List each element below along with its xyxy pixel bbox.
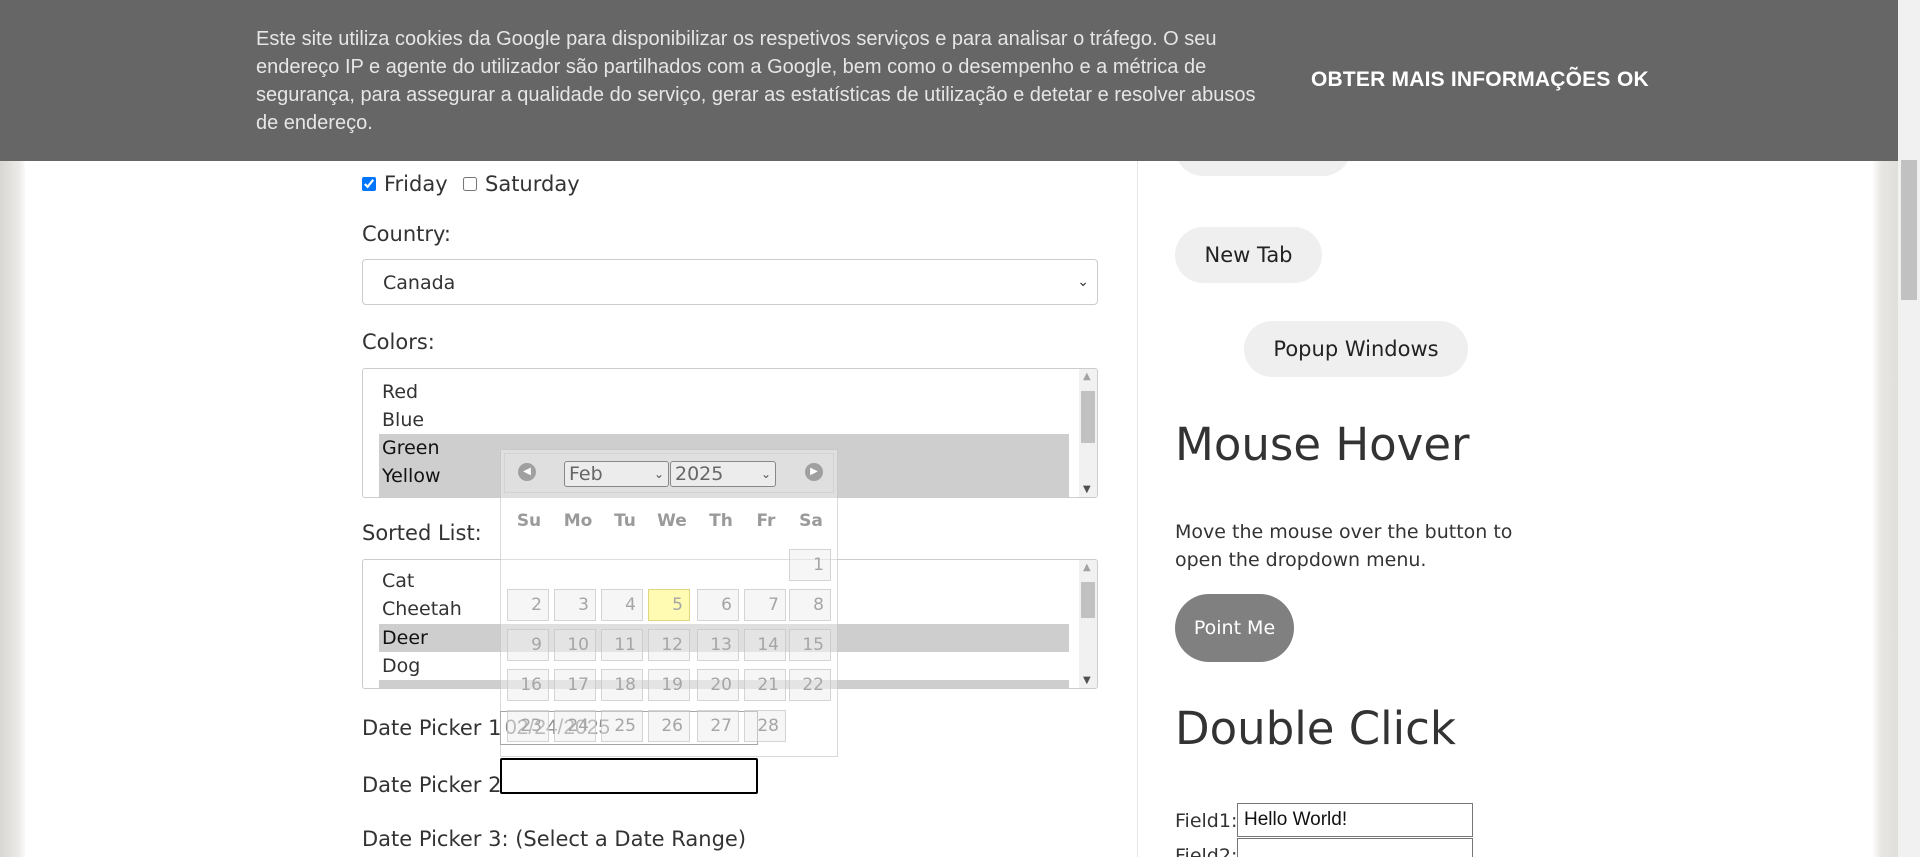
chevron-left-icon[interactable]: ◀ [518, 463, 536, 481]
calendar-year-select[interactable]: 2025 ⌄ [670, 461, 776, 487]
scroll-thumb[interactable] [1081, 391, 1095, 443]
scroll-thumb[interactable] [1081, 582, 1095, 618]
country-select[interactable]: Canada ⌄ [362, 259, 1098, 305]
friday-label: Friday [384, 172, 448, 196]
calendar-day[interactable]: 3 [554, 589, 596, 621]
weekday-header: Su [516, 511, 542, 531]
scroll-up-icon[interactable]: ▲ [1083, 371, 1091, 382]
page-scrollbar[interactable] [1898, 0, 1920, 857]
scroll-down-icon[interactable]: ▼ [1083, 484, 1091, 495]
ok-button[interactable]: OK [1617, 68, 1649, 92]
calendar-day[interactable]: 15 [789, 629, 831, 661]
field1-input[interactable] [1237, 803, 1473, 837]
cookie-banner: Este site utiliza cookies da Google para… [0, 0, 1898, 161]
popup-windows-button[interactable]: Popup Windows [1244, 321, 1468, 377]
calendar-day[interactable]: 11 [601, 629, 643, 661]
calendar-year-value: 2025 [675, 463, 724, 485]
calendar-day[interactable]: 2 [507, 589, 549, 621]
calendar-day[interactable]: 12 [648, 629, 690, 661]
field2-row: Field2: [1175, 838, 1495, 857]
calendar-day[interactable]: 26 [648, 710, 690, 742]
calendar-month-select[interactable]: Feb ⌄ [564, 461, 669, 487]
friday-checkbox-row[interactable]: Friday [362, 172, 448, 196]
calendar-day[interactable]: 18 [601, 669, 643, 701]
calendar-day[interactable]: 21 [744, 669, 786, 701]
country-label: Country: [362, 222, 451, 246]
double-click-heading: Double Click [1175, 702, 1456, 755]
friday-checkbox[interactable] [362, 177, 376, 191]
calendar-day[interactable]: 16 [507, 669, 549, 701]
calendar-day[interactable]: 5 [648, 589, 690, 621]
calendar-day[interactable]: 20 [697, 669, 739, 701]
new-tab-button[interactable]: New Tab [1175, 227, 1322, 283]
field2-label: Field2: [1175, 845, 1238, 857]
chevron-down-icon: ⌄ [760, 467, 771, 481]
calendar-day[interactable]: 22 [789, 669, 831, 701]
weekday-header: Fr [756, 511, 776, 531]
calendar-day[interactable]: 25 [601, 710, 643, 742]
calendar-day[interactable]: 6 [697, 589, 739, 621]
calendar-day[interactable]: 28 [744, 710, 786, 742]
weekday-header: Mo [563, 511, 593, 531]
calendar-day[interactable]: 4 [601, 589, 643, 621]
scroll-up-icon[interactable]: ▲ [1083, 562, 1091, 573]
colors-label: Colors: [362, 330, 435, 354]
scroll-down-icon[interactable]: ▼ [1083, 675, 1091, 686]
colors-scrollbar[interactable]: ▲ ▼ [1079, 369, 1097, 497]
chevron-down-icon: ⌄ [653, 467, 664, 481]
page-scrollbar-thumb[interactable] [1901, 160, 1917, 300]
more-info-link[interactable]: OBTER MAIS INFORMAÇÕES [1311, 68, 1611, 92]
calendar-month-value: Feb [569, 463, 603, 485]
date-picker-2-label: Date Picker 2: [362, 773, 509, 797]
calendar-day[interactable]: 8 [789, 589, 831, 621]
calendar-day[interactable]: 13 [697, 629, 739, 661]
field2-input[interactable] [1237, 838, 1473, 857]
chevron-right-icon[interactable]: ▶ [805, 463, 823, 481]
weekday-header: Th [709, 511, 733, 531]
date-picker-1-label: Date Picker 1: [362, 716, 509, 740]
field1-label: Field1: [1175, 810, 1238, 832]
mouse-hover-heading: Mouse Hover [1175, 418, 1470, 471]
calendar-day[interactable]: 14 [744, 629, 786, 661]
calendar-day[interactable]: 24 [554, 710, 596, 742]
saturday-label: Saturday [485, 172, 580, 196]
calendar-day[interactable]: 7 [744, 589, 786, 621]
mouse-hover-description: Move the mouse over the button to open t… [1175, 521, 1513, 571]
calendar-day[interactable]: 9 [507, 629, 549, 661]
calendar-day[interactable]: 19 [648, 669, 690, 701]
weekday-header: Tu [614, 511, 636, 531]
saturday-checkbox-row[interactable]: Saturday [463, 172, 580, 196]
colors-option[interactable]: Blue [379, 406, 1069, 434]
chevron-down-icon: ⌄ [1077, 274, 1089, 290]
point-me-button[interactable]: Point Me [1175, 594, 1294, 662]
cookie-banner-text: Este site utiliza cookies da Google para… [256, 28, 1256, 134]
weekday-header: We [657, 511, 687, 531]
calendar-day[interactable]: 23 [507, 710, 549, 742]
calendar-day[interactable]: 1 [789, 549, 831, 581]
colors-option[interactable]: Red [379, 378, 1069, 406]
sorted-list-label: Sorted List: [362, 521, 482, 545]
calendar-day[interactable]: 27 [697, 710, 739, 742]
country-selected-value: Canada [383, 272, 456, 294]
calendar-header [504, 453, 834, 493]
date-picker-3-label: Date Picker 3: (Select a Date Range) [362, 827, 747, 851]
weekday-header: Sa [799, 511, 823, 531]
calendar-day[interactable]: 17 [554, 669, 596, 701]
calendar-day[interactable]: 10 [554, 629, 596, 661]
sorted-scrollbar[interactable]: ▲ ▼ [1079, 560, 1097, 688]
saturday-checkbox[interactable] [463, 177, 477, 191]
date-picker-2-input[interactable] [500, 758, 758, 794]
